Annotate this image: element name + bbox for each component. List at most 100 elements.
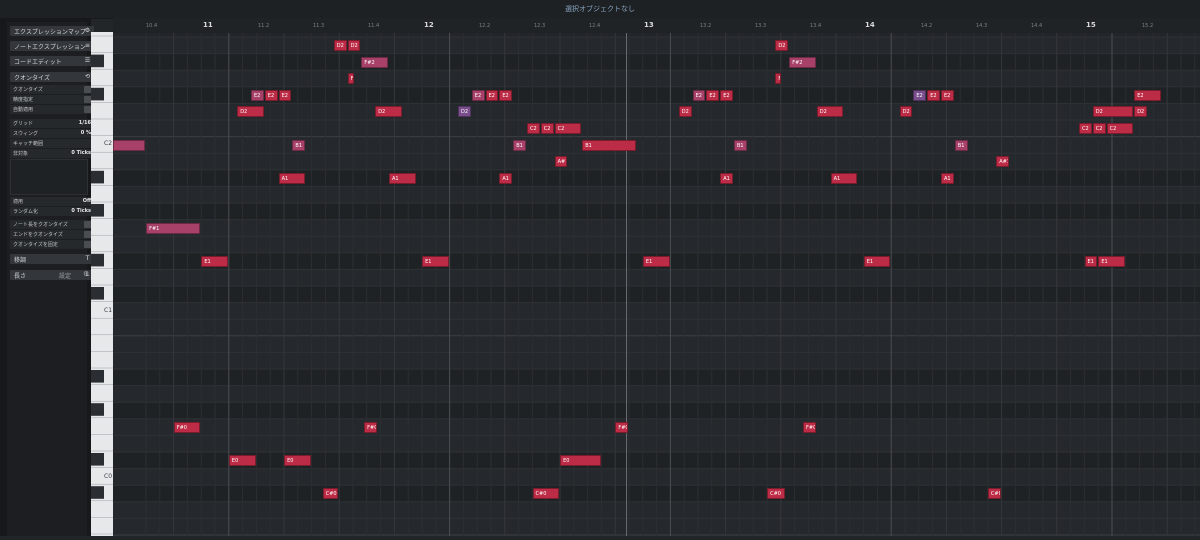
midi-note[interactable]: F#0 bbox=[173, 421, 201, 433]
midi-note[interactable]: C2 bbox=[1092, 123, 1106, 134]
octave-label: C0 bbox=[104, 473, 112, 480]
section-length[interactable]: 長さ L bbox=[10, 270, 94, 280]
quantize-row[interactable]: 精度指定 bbox=[10, 95, 94, 104]
midi-note[interactable]: B1 bbox=[582, 139, 637, 151]
midi-note[interactable]: A1 bbox=[720, 172, 733, 184]
midi-note[interactable]: A#1 bbox=[554, 156, 568, 168]
quantize-row[interactable]: ランダム化 0 Ticks bbox=[10, 207, 94, 216]
midi-note[interactable]: C#0 bbox=[987, 488, 1001, 500]
midi-note[interactable]: E2 bbox=[471, 89, 485, 101]
quantize-row[interactable]: クオンタイズを固定 bbox=[10, 240, 94, 249]
midi-note[interactable]: F#0 bbox=[615, 421, 629, 433]
midi-note[interactable]: C2 bbox=[540, 123, 554, 134]
midi-note[interactable]: E2 bbox=[913, 89, 927, 101]
quantize-row[interactable]: 適用 Off bbox=[10, 197, 94, 206]
black-key bbox=[91, 253, 104, 267]
midi-note[interactable]: A1 bbox=[389, 172, 416, 184]
section-quantize[interactable]: クオンタイズ ⟲ bbox=[10, 72, 94, 82]
midi-note[interactable]: F#2 bbox=[361, 56, 388, 68]
midi-note[interactable]: F#0 bbox=[364, 421, 377, 433]
midi-note[interactable]: E0 bbox=[228, 455, 256, 466]
midi-note[interactable]: D2 bbox=[375, 106, 402, 118]
midi-note[interactable]: E2 bbox=[720, 89, 733, 101]
quantize-row[interactable]: スウィング 0 % bbox=[10, 129, 94, 138]
quantize-row[interactable]: グリッド 1/16 bbox=[10, 119, 94, 128]
grid-lines bbox=[113, 33, 1200, 536]
midi-note[interactable]: E2 bbox=[251, 89, 264, 101]
midi-note[interactable]: D2 bbox=[816, 106, 844, 118]
playhead-cursor[interactable] bbox=[626, 33, 627, 536]
midi-note[interactable]: E2 bbox=[264, 89, 278, 101]
quantize-row[interactable]: クオンタイズ bbox=[10, 85, 94, 94]
midi-note[interactable]: E2 bbox=[1134, 89, 1161, 101]
midi-note[interactable]: D2 bbox=[678, 106, 692, 118]
midi-note[interactable]: D2 bbox=[347, 40, 361, 51]
midi-note[interactable]: B1 bbox=[734, 139, 747, 151]
midi-note[interactable]: D2 bbox=[775, 40, 789, 51]
midi-note[interactable]: D2 bbox=[333, 40, 347, 51]
section-chord-edit[interactable]: コードエディット ☰ bbox=[10, 56, 94, 66]
midi-note[interactable]: F2 bbox=[347, 73, 354, 85]
midi-note[interactable]: E2 bbox=[927, 89, 940, 101]
row-label: 適用 bbox=[13, 199, 24, 205]
midi-note[interactable]: A#1 bbox=[996, 156, 1009, 168]
black-key bbox=[91, 54, 104, 68]
midi-note[interactable]: C2 bbox=[527, 123, 540, 134]
midi-note[interactable]: D2 bbox=[237, 106, 264, 118]
midi-note[interactable]: E0 bbox=[284, 455, 311, 466]
midi-note[interactable]: E1 bbox=[201, 255, 228, 267]
midi-note[interactable]: D2 bbox=[1092, 106, 1134, 118]
gear-icon[interactable]: ⚙ bbox=[83, 270, 89, 278]
midi-note[interactable]: A1 bbox=[278, 172, 306, 184]
midi-note[interactable]: D2 bbox=[899, 106, 913, 118]
note-grid[interactable]: D2D2D2F#2F#2F2F2E2E2E2E2E2E2E2E2E2E2E2E2… bbox=[113, 33, 1200, 536]
midi-note[interactable]: E1 bbox=[1084, 255, 1098, 267]
midi-note[interactable]: F2 bbox=[775, 73, 782, 85]
midi-note[interactable]: E2 bbox=[485, 89, 499, 101]
row-label: 精度指定 bbox=[13, 97, 34, 103]
midi-note[interactable]: C#0 bbox=[767, 488, 786, 500]
midi-note[interactable]: E2 bbox=[692, 89, 706, 101]
beat-label: 12.3 bbox=[534, 23, 546, 29]
midi-note[interactable]: E0 bbox=[560, 455, 601, 466]
midi-note[interactable]: E1 bbox=[642, 255, 670, 267]
midi-note[interactable]: C#0 bbox=[322, 488, 339, 500]
midi-note[interactable]: E2 bbox=[278, 89, 292, 101]
quantize-row[interactable]: 自動適用 bbox=[10, 105, 94, 114]
midi-note[interactable]: D2 bbox=[458, 106, 471, 118]
quantize-row[interactable]: エンドをクオンタイズ bbox=[10, 230, 94, 239]
midi-note[interactable]: C2 bbox=[1079, 123, 1092, 134]
midi-note[interactable]: F#1 bbox=[146, 222, 201, 234]
timeline-ruler[interactable]: 11 12 13 14 15 10.4 11.2 11.3 11.4 12.2 12.3 12.4 13… bbox=[113, 18, 1200, 34]
midi-note[interactable] bbox=[113, 139, 146, 151]
row-label: 非対象 bbox=[13, 151, 29, 157]
section-note-expression[interactable]: ノートエクスプレッション ≡ bbox=[10, 41, 94, 51]
quantize-row[interactable]: キャッチ範囲 bbox=[10, 139, 94, 148]
section-expression-map[interactable]: エクスプレッションマップ ⚙ bbox=[10, 26, 94, 36]
midi-note[interactable]: F#0 bbox=[803, 421, 816, 433]
midi-note[interactable]: F#2 bbox=[789, 56, 816, 68]
midi-note[interactable]: E2 bbox=[499, 89, 513, 101]
midi-note[interactable]: E2 bbox=[706, 89, 720, 101]
midi-note[interactable]: D2 bbox=[1134, 106, 1147, 118]
midi-note[interactable]: A1 bbox=[830, 172, 858, 184]
midi-note[interactable]: E1 bbox=[863, 255, 891, 267]
midi-note[interactable]: C2 bbox=[1106, 123, 1134, 134]
settings-label[interactable]: 設定 bbox=[59, 271, 71, 280]
midi-note[interactable]: A1 bbox=[941, 172, 954, 184]
midi-note[interactable]: E1 bbox=[422, 255, 449, 267]
row-label: 自動適用 bbox=[13, 107, 34, 113]
midi-note[interactable]: E2 bbox=[941, 89, 954, 101]
midi-note[interactable]: B1 bbox=[292, 139, 306, 151]
midi-note[interactable]: E1 bbox=[1098, 255, 1125, 267]
quantize-row[interactable]: ノート長をクオンタイズ bbox=[10, 220, 94, 229]
midi-note[interactable]: C2 bbox=[554, 123, 582, 134]
midi-note[interactable]: A1 bbox=[499, 172, 513, 184]
piano-keyboard[interactable]: C2 C1 C0 bbox=[91, 32, 113, 536]
section-transpose[interactable]: 移調 T bbox=[10, 254, 94, 264]
black-key bbox=[91, 287, 104, 300]
midi-note[interactable]: B1 bbox=[954, 139, 968, 151]
midi-note[interactable]: C#0 bbox=[532, 488, 560, 500]
midi-note[interactable]: B1 bbox=[513, 139, 526, 151]
quantize-row[interactable]: 非対象 0 Ticks bbox=[10, 149, 94, 158]
